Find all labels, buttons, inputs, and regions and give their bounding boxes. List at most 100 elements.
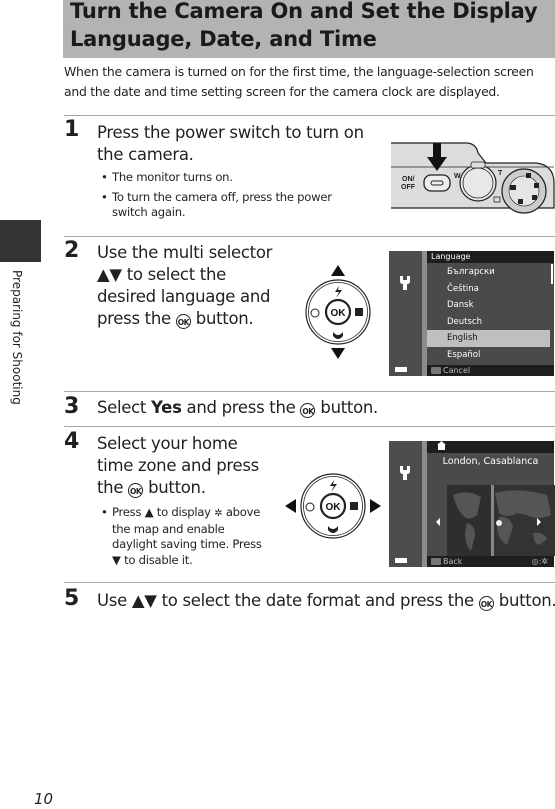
arrow-left-icon (285, 499, 296, 513)
ok-label: OK (326, 502, 342, 513)
time-zone-city: London, Casablanca (442, 456, 539, 467)
scrollbar[interactable] (551, 264, 553, 284)
language-option-selected[interactable]: English (427, 330, 550, 347)
lcd-footer: Cancel (427, 365, 554, 376)
step-5-number: 5 (64, 586, 80, 611)
yes-label: Yes (151, 398, 182, 417)
zoom-t-label: T (498, 170, 503, 177)
intro-paragraph: When the camera is turned on for the fir… (64, 64, 534, 99)
power-label: ON/ (402, 176, 415, 183)
divider (64, 236, 555, 237)
bullet: Press ▲ to display ✲ above the map and e… (101, 505, 272, 568)
multi-selector-left-right: OK (285, 473, 381, 539)
dst-hint: ◎:✲ (532, 556, 548, 567)
step-3-number: 3 (64, 394, 80, 419)
ok-button-icon: OK (175, 314, 191, 329)
bullet: To turn the camera off, press the power … (101, 190, 352, 221)
step-4-number: 4 (64, 429, 80, 454)
multi-selector-icon: ◎ (531, 557, 539, 566)
step-4-title: Select your home time zone and press the… (97, 433, 259, 499)
step-5-text: Use ▲▼ to select the date format and pre… (97, 590, 555, 612)
menu-button-icon (431, 558, 441, 565)
text: button. (315, 398, 378, 417)
ok-button-icon: OK (478, 596, 494, 611)
time-zone-screen: London, Casablanca Back ◎:✲ (389, 441, 555, 567)
step-4-title-line: Select your home (97, 434, 238, 453)
divider (64, 426, 555, 427)
shutter-release (459, 164, 497, 202)
lcd-footer: Back ◎:✲ (427, 556, 554, 567)
ok-button-icon: OK (128, 483, 144, 498)
step-3-text: Select Yes and press the OK button. (97, 397, 537, 419)
step-2-title-line: Use the multi selector (97, 243, 273, 262)
wrench-icon (400, 466, 410, 480)
battery-icon (395, 367, 407, 372)
step-1-number: 1 (64, 117, 80, 142)
language-option[interactable]: Dansk (427, 297, 550, 314)
lcd-header (427, 441, 554, 453)
lcd-sidebar (389, 441, 422, 567)
step-1-title: Press the power switch to turn on the ca… (97, 122, 364, 166)
daylight-saving-icon: ✲ (214, 508, 223, 519)
language-option[interactable]: Български (427, 264, 550, 281)
page-title: Turn the Camera On and Set the Display L… (70, 0, 538, 51)
battery-icon (395, 558, 407, 563)
bullet: The monitor turns on. (101, 170, 352, 186)
step-2-title-line: ▲▼ to select the (97, 265, 226, 284)
step-2-title-line: press the OK button. (97, 308, 272, 330)
language-option[interactable]: Español (427, 347, 550, 364)
lcd-sidebar (389, 251, 422, 376)
divider (64, 391, 555, 392)
text: Press ▲ to display (112, 505, 211, 519)
section-label-text: Preparing for Shooting (10, 270, 24, 405)
language-option[interactable]: Deutsch (427, 314, 550, 331)
step-2-number: 2 (64, 238, 80, 263)
back-label: Back (443, 557, 463, 566)
section-tab-marker (0, 220, 41, 262)
text: Use ▲▼ to select the date format and pre… (97, 591, 474, 610)
step-4-bullets: Press ▲ to display ✲ above the map and e… (101, 505, 272, 572)
ok-button-icon: OK (300, 403, 316, 418)
arrow-up-icon (331, 265, 345, 276)
menu-button-icon (431, 367, 441, 374)
divider (64, 115, 555, 116)
arrow-down-icon (331, 348, 345, 359)
text: Select (97, 398, 152, 417)
arrow-right-icon (370, 499, 381, 513)
text: button. (493, 591, 555, 610)
step-1-bullets: The monitor turns on. To turn the camera… (101, 170, 352, 225)
divider (64, 582, 555, 583)
camera-top-illustration: ON/ OFF W T (391, 142, 555, 214)
wrench-icon (400, 276, 410, 290)
time-zone-band (491, 485, 494, 556)
daylight-saving-icon: ✲ (541, 557, 548, 566)
exposure-comp-icon (355, 308, 363, 316)
language-option[interactable]: Čeština (427, 281, 550, 298)
map-left-arrow[interactable] (436, 518, 440, 526)
ok-label: OK (331, 308, 347, 319)
text: ▼ to disable it. (112, 552, 193, 567)
step-4-title-line: the OK button. (97, 477, 259, 499)
language-screen: Language Български Čeština Dansk Deutsch… (389, 251, 554, 376)
home-icon (437, 441, 446, 450)
power-button (423, 174, 451, 192)
text: button. (148, 478, 206, 497)
lcd-header: Language (427, 251, 554, 263)
step-2-title-line: desired language and (97, 287, 271, 306)
cancel-label: Cancel (443, 366, 471, 375)
step-1-title-line: the camera. (97, 145, 194, 164)
section-label: Preparing for Shooting (10, 270, 34, 410)
selected-location-marker (496, 520, 502, 526)
text: the (97, 478, 124, 497)
step-2-title: Use the multi selector ▲▼ to select the … (97, 242, 272, 330)
text: button. (195, 309, 254, 328)
exposure-comp-icon (350, 502, 358, 510)
text: and press the (181, 398, 296, 417)
map-right-arrow[interactable] (537, 518, 541, 526)
power-label: OFF (401, 184, 416, 191)
step-4-title-line: time zone and press (97, 456, 259, 475)
step-1-title-line: Press the power switch to turn on (97, 123, 364, 142)
multi-selector-up-down: OK (305, 265, 371, 359)
text: press the (97, 309, 171, 328)
page-number: 10 (34, 790, 54, 808)
